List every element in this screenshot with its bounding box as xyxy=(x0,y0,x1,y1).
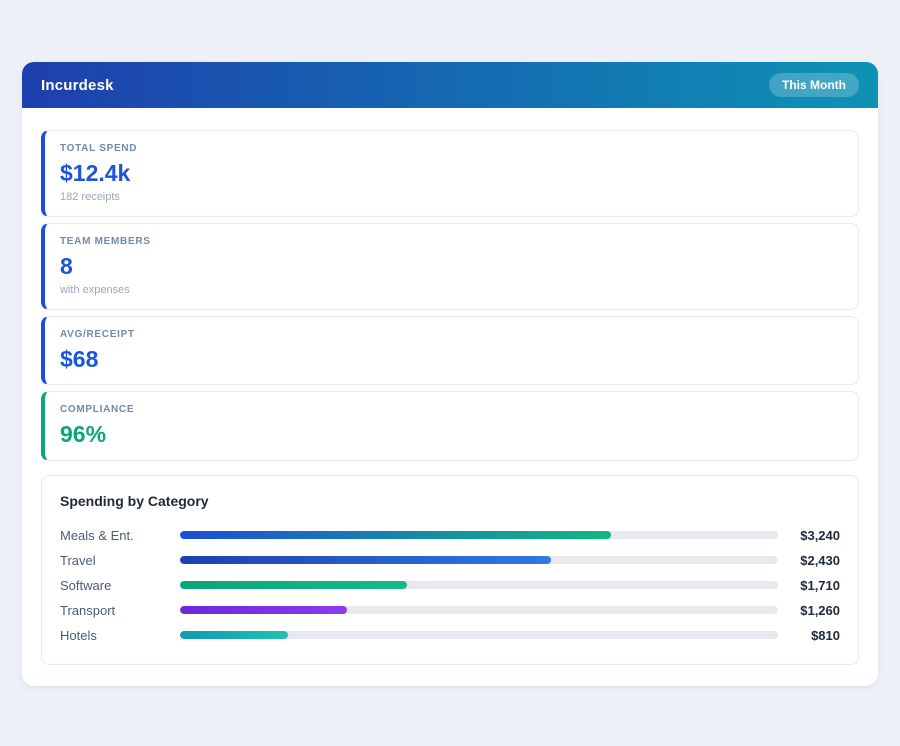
category-label: Travel xyxy=(60,553,180,568)
stat-card-team-members: TEAM MEMBERS 8 with expenses xyxy=(41,223,859,310)
stat-value: $68 xyxy=(60,347,843,371)
period-filter-badge[interactable]: This Month xyxy=(769,73,859,97)
stat-value: 8 xyxy=(60,254,843,278)
stat-card-total-spend: TOTAL SPEND $12.4k 182 receipts xyxy=(41,130,859,217)
chart-row-meals: Meals & Ent. $3,240 xyxy=(60,523,840,548)
stat-subtext: with expenses xyxy=(60,284,843,296)
category-label: Transport xyxy=(60,603,180,618)
chart-row-transport: Transport $1,260 xyxy=(60,598,840,623)
stat-label: AVG/RECEIPT xyxy=(60,329,843,340)
category-value: $1,710 xyxy=(778,578,840,593)
stat-value: $12.4k xyxy=(60,161,843,185)
stat-label: TEAM MEMBERS xyxy=(60,236,843,247)
stat-label: COMPLIANCE xyxy=(60,404,843,415)
category-value: $2,430 xyxy=(778,553,840,568)
bar-track xyxy=(180,581,778,589)
stat-value: 96% xyxy=(60,422,843,446)
bar-track xyxy=(180,606,778,614)
category-label: Meals & Ent. xyxy=(60,528,180,543)
chart-row-hotels: Hotels $810 xyxy=(60,623,840,648)
bar-track xyxy=(180,531,778,539)
dashboard-card: Incurdesk This Month TOTAL SPEND $12.4k … xyxy=(22,62,878,686)
category-label: Hotels xyxy=(60,628,180,643)
stat-card-avg-receipt: AVG/RECEIPT $68 xyxy=(41,316,859,385)
app-header: Incurdesk This Month xyxy=(22,62,878,108)
chart-title: Spending by Category xyxy=(60,493,840,509)
app-title: Incurdesk xyxy=(41,77,114,94)
spending-by-category-chart: Spending by Category Meals & Ent. $3,240… xyxy=(41,475,859,665)
bar-fill xyxy=(180,556,551,564)
chart-row-software: Software $1,710 xyxy=(60,573,840,598)
dashboard-content: TOTAL SPEND $12.4k 182 receipts TEAM MEM… xyxy=(22,108,878,665)
stat-subtext: 182 receipts xyxy=(60,191,843,203)
stat-card-compliance: COMPLIANCE 96% xyxy=(41,391,859,460)
chart-row-travel: Travel $2,430 xyxy=(60,548,840,573)
category-value: $3,240 xyxy=(778,528,840,543)
category-value: $810 xyxy=(778,628,840,643)
category-label: Software xyxy=(60,578,180,593)
category-value: $1,260 xyxy=(778,603,840,618)
bar-track xyxy=(180,556,778,564)
bar-fill xyxy=(180,581,407,589)
bar-fill xyxy=(180,531,611,539)
bar-fill xyxy=(180,606,347,614)
bar-track xyxy=(180,631,778,639)
stat-label: TOTAL SPEND xyxy=(60,143,843,154)
bar-fill xyxy=(180,631,288,639)
